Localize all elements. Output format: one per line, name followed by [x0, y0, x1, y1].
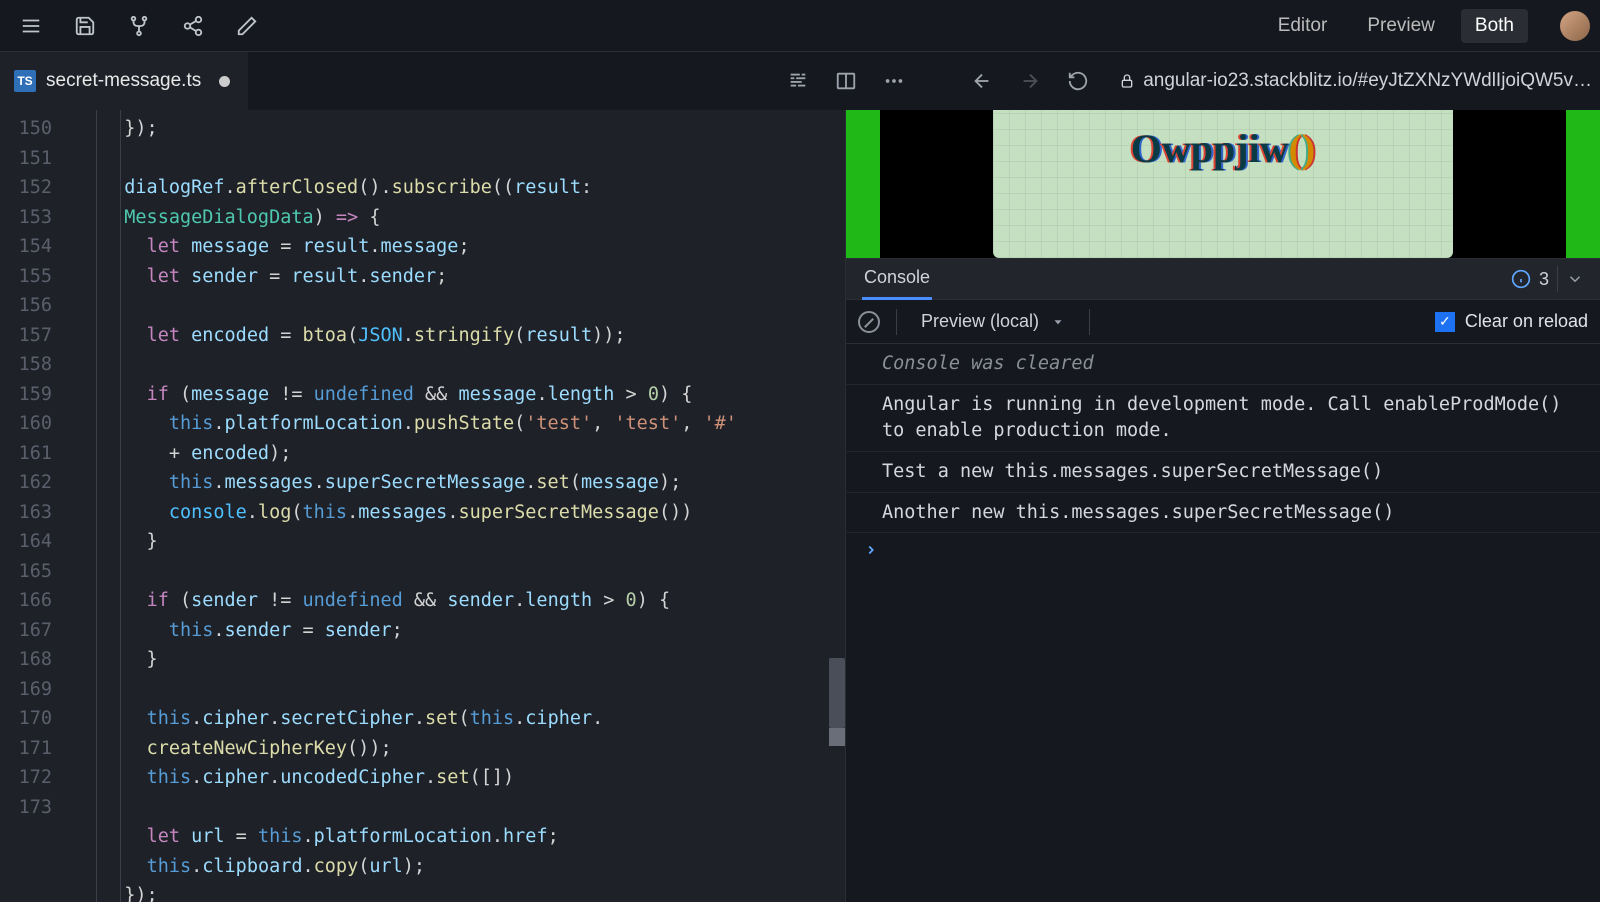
console-info: 3 — [1511, 266, 1584, 292]
pencil-icon[interactable] — [234, 13, 260, 39]
reload-icon[interactable] — [1065, 68, 1091, 94]
fork-icon[interactable] — [126, 13, 152, 39]
split-editor-icon[interactable] — [833, 68, 859, 94]
url-bar[interactable]: angular-io23.stackblitz.io/#eyJtZXNzYWdl… — [1113, 70, 1592, 92]
source-dropdown[interactable]: Preview (local) — [913, 311, 1073, 332]
topbar: Editor Preview Both — [0, 0, 1600, 52]
main: 1501511521531541551561571581591601611621… — [0, 110, 1600, 902]
preview-text: Owppjiw() — [1131, 125, 1315, 172]
preview-card: Owppjiw() — [993, 110, 1453, 258]
console-toolbar: Preview (local) ✓ Clear on reload — [846, 300, 1600, 344]
clear-on-reload[interactable]: ✓ Clear on reload — [1435, 311, 1588, 332]
log-row: Angular is running in development mode. … — [846, 385, 1600, 452]
dirty-indicator-icon — [219, 76, 230, 87]
code-area[interactable]: }); dialogRef.afterClosed().subscribe((r… — [70, 110, 845, 902]
editor-pane[interactable]: 1501511521531541551561571581591601611621… — [0, 110, 845, 902]
info-icon — [1511, 269, 1531, 289]
console-prompt[interactable] — [846, 533, 1600, 570]
avatar[interactable] — [1560, 11, 1590, 41]
log-row: Console was cleared — [846, 344, 1600, 385]
lock-icon — [1119, 73, 1135, 89]
topbar-left — [10, 13, 260, 39]
preview-area[interactable]: Owppjiw() — [846, 110, 1600, 258]
console-tab[interactable]: Console — [862, 258, 932, 300]
line-gutter: 1501511521531541551561571581591601611621… — [0, 110, 70, 902]
log-row: Test a new this.messages.superSecretMess… — [846, 452, 1600, 493]
chevron-down-icon — [1051, 315, 1065, 329]
log-count: 3 — [1539, 269, 1549, 290]
prettier-icon[interactable] — [785, 68, 811, 94]
clear-console-icon[interactable] — [858, 311, 880, 333]
checkbox-icon[interactable]: ✓ — [1435, 312, 1455, 332]
view-tab-both[interactable]: Both — [1461, 9, 1528, 43]
preview-border — [1566, 110, 1600, 258]
url-text: angular-io23.stackblitz.io/#eyJtZXNzYWdl… — [1143, 70, 1592, 92]
console-header: Console 3 — [846, 258, 1600, 300]
menu-icon[interactable] — [18, 13, 44, 39]
chevron-down-icon[interactable] — [1566, 270, 1584, 288]
preview-border — [846, 110, 880, 258]
file-tab[interactable]: TS secret-message.ts — [0, 52, 249, 110]
forward-icon[interactable] — [1017, 68, 1043, 94]
ts-badge-icon: TS — [14, 70, 36, 92]
console-body[interactable]: Console was clearedAngular is running in… — [846, 344, 1600, 902]
back-icon[interactable] — [969, 68, 995, 94]
log-row: Another new this.messages.superSecretMes… — [846, 493, 1600, 534]
more-icon[interactable] — [881, 68, 907, 94]
save-icon[interactable] — [72, 13, 98, 39]
view-tab-editor[interactable]: Editor — [1264, 9, 1342, 43]
right-pane: Owppjiw() Console 3 Preview (local) ✓ Cl… — [845, 110, 1600, 902]
tabbar: TS secret-message.ts angular-io23.stackb… — [0, 52, 1600, 110]
tabbar-actions: angular-io23.stackblitz.io/#eyJtZXNzYWdl… — [785, 52, 1600, 110]
share-icon[interactable] — [180, 13, 206, 39]
view-tab-preview[interactable]: Preview — [1353, 9, 1449, 43]
file-name: secret-message.ts — [46, 70, 201, 92]
topbar-right: Editor Preview Both — [1264, 9, 1590, 43]
